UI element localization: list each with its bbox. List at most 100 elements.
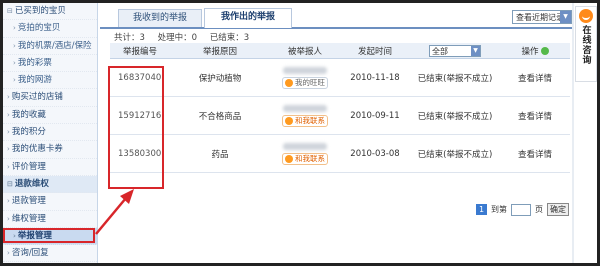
sidebar-item-games[interactable]: › 我的网游 <box>3 72 97 90</box>
chevron-right-icon: › <box>7 145 10 154</box>
support-avatar-icon <box>579 9 593 23</box>
sidebar-item-rights-manage[interactable]: › 维权管理 <box>3 211 97 228</box>
report-time: 2010-03-08 <box>340 134 410 173</box>
header-id: 举报编号 <box>110 43 170 59</box>
report-reason: 不合格商品 <box>170 96 270 135</box>
summary-total: 共计：3 <box>114 33 145 43</box>
sidebar-item-favorites[interactable]: › 我的收藏 <box>3 107 97 125</box>
pagination: 1 到第 页 确定 <box>476 203 569 216</box>
online-consult-widget[interactable]: 在线咨询 <box>575 6 597 82</box>
header-action: 操作 <box>500 43 570 59</box>
sidebar-item-label: 评价管理 <box>11 161 46 172</box>
chevron-right-icon: › <box>13 58 16 67</box>
summary-processing: 处理中：0 <box>157 33 198 43</box>
contact-label: 和我联系 <box>295 153 325 163</box>
sidebar-item-label: 退款维权 <box>14 178 49 189</box>
sidebar-item-bought[interactable]: ⊟ 已买到的宝贝 <box>3 3 97 21</box>
confirm-button[interactable]: 确定 <box>547 203 569 216</box>
chevron-down-icon: ▼ <box>471 45 480 56</box>
report-table: 举报编号 举报原因 被举报人 发起时间 全部 ▼ 操作 16837040 保护动植… <box>110 43 570 173</box>
chevron-right-icon: › <box>7 249 10 258</box>
report-reason: 保护动植物 <box>170 58 270 97</box>
header-status: 全部 ▼ <box>410 43 500 59</box>
chevron-down-icon: ▼ <box>560 11 571 23</box>
sidebar-item-label: 购买过的店铺 <box>11 92 63 103</box>
sidebar-item-label: 我的优惠卡券 <box>11 144 63 155</box>
collapse-icon: ⊟ <box>7 7 13 15</box>
annotation-box-report-ids <box>108 66 164 189</box>
header-time: 发起时间 <box>340 43 410 59</box>
sidebar: ⊟ 已买到的宝贝 › 竞拍的宝贝 › 我的机票/酒店/保险 › 我的彩票 › 我的网游 ›… <box>3 3 98 263</box>
wangwang-badge[interactable]: 我的旺旺 <box>282 76 328 89</box>
report-status: 已结束(举报不成立) <box>410 134 500 173</box>
summary-done: 已结束：3 <box>209 33 250 43</box>
table-row: 13580300 药品 和我联系 2010-03-08 已结束(举报不成立) 查… <box>110 134 570 173</box>
sidebar-item-label: 我的彩票 <box>17 57 52 68</box>
chevron-right-icon: › <box>7 93 10 102</box>
sidebar-item-tickets[interactable]: › 我的机票/酒店/保险 <box>3 38 97 55</box>
tab-made-reports[interactable]: 我作出的举报 <box>204 8 292 28</box>
view-details-link[interactable]: 查看详情 <box>500 58 570 97</box>
chevron-right-icon: › <box>13 24 16 33</box>
report-summary: 共计：3 处理中：0 已结束：3 <box>114 31 259 43</box>
scrollbar[interactable] <box>572 3 574 263</box>
report-status: 已结束(举报不成立) <box>410 96 500 135</box>
period-filter-value: 查看近期记录 <box>516 13 564 22</box>
sidebar-item-points[interactable]: › 我的积分 <box>3 124 97 142</box>
table-row: 15912716 不合格商品 和我联系 2010-09-11 已结束(举报不成立… <box>110 96 570 135</box>
view-details-link[interactable]: 查看详情 <box>500 134 570 173</box>
report-time: 2010-09-11 <box>340 96 410 135</box>
sidebar-item-label: 退款管理 <box>11 196 46 207</box>
wangwang-icon <box>285 78 293 87</box>
sidebar-item-label: 维权管理 <box>11 213 46 224</box>
page-number-current[interactable]: 1 <box>476 204 487 215</box>
chevron-right-icon: › <box>7 214 10 223</box>
blurred-username <box>283 142 327 150</box>
sidebar-item-label: 已买到的宝贝 <box>14 6 66 16</box>
contact-badge[interactable]: 和我联系 <box>282 152 328 165</box>
report-status: 已结束(举报不成立) <box>410 58 500 97</box>
chevron-right-icon: › <box>13 41 16 50</box>
period-filter-select[interactable]: 查看近期记录 ▼ <box>512 10 572 24</box>
tab-received-reports[interactable]: 我收到的举报 <box>118 9 202 27</box>
chevron-right-icon: › <box>7 110 10 119</box>
status-filter-value: 全部 <box>432 46 448 56</box>
collapse-icon: ⊟ <box>7 179 13 188</box>
goto-label: 到第 <box>491 205 507 214</box>
contact-badge[interactable]: 和我联系 <box>282 114 328 127</box>
sidebar-item-reviews[interactable]: › 评价管理 <box>3 159 97 176</box>
reported-user: 和我联系 <box>270 96 340 135</box>
table-header: 举报编号 举报原因 被举报人 发起时间 全部 ▼ 操作 <box>110 43 570 59</box>
reported-user: 我的旺旺 <box>270 58 340 97</box>
header-action-label: 操作 <box>521 46 539 57</box>
blurred-username <box>283 104 327 112</box>
reported-user: 和我联系 <box>270 134 340 173</box>
goto-page-input[interactable] <box>511 203 531 216</box>
status-filter-select[interactable]: 全部 ▼ <box>429 44 481 57</box>
sidebar-section-refund[interactable]: ⊟ 退款维权 <box>3 175 97 194</box>
sidebar-item-auction[interactable]: › 竞拍的宝贝 <box>3 20 97 38</box>
tab-bar: 我收到的举报 我作出的举报 查看近期记录 ▼ <box>100 3 572 29</box>
report-reason: 药品 <box>170 134 270 173</box>
wangwang-icon <box>285 154 293 163</box>
contact-label: 和我联系 <box>295 115 325 125</box>
header-reported: 被举报人 <box>270 43 340 59</box>
sidebar-item-label: 我的机票/酒店/保险 <box>17 40 92 51</box>
sidebar-item-label: 竞拍的宝贝 <box>17 23 61 34</box>
sidebar-item-label: 我的收藏 <box>11 109 46 120</box>
sidebar-item-lottery[interactable]: › 我的彩票 <box>3 55 97 73</box>
online-consult-label: 在线咨询 <box>580 25 591 65</box>
sidebar-item-consult-reply[interactable]: › 咨询/回复 <box>3 245 97 263</box>
chevron-right-icon: › <box>7 128 10 137</box>
report-time: 2010-11-18 <box>340 58 410 97</box>
chevron-right-icon: › <box>7 162 10 171</box>
sidebar-item-label: 我的积分 <box>11 127 46 138</box>
wangwang-label: 我的旺旺 <box>295 77 325 87</box>
view-details-link[interactable]: 查看详情 <box>500 96 570 135</box>
sidebar-item-label: 咨询/回复 <box>11 248 49 259</box>
chevron-right-icon: › <box>7 197 10 206</box>
sidebar-item-refund-manage[interactable]: › 退款管理 <box>3 193 97 211</box>
sidebar-item-shops[interactable]: › 购买过的店铺 <box>3 89 97 107</box>
sidebar-item-coupons[interactable]: › 我的优惠卡券 <box>3 141 97 159</box>
help-icon[interactable] <box>540 47 549 55</box>
